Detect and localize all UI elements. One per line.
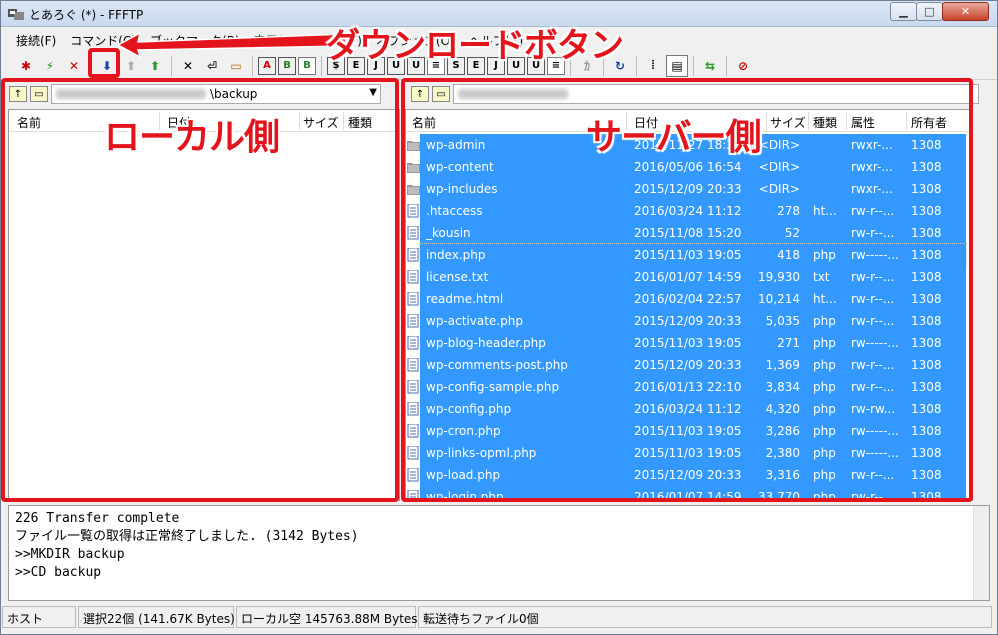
status-selection: 選択22個 (141.67K Bytes) [78,606,235,628]
annotation-arrow-icon [118,31,347,59]
toolbar-separator [726,55,727,76]
quick-connect-icon[interactable]: ⚡ [39,55,61,77]
disconnect-icon[interactable]: ✕ [63,55,85,77]
log-line: 226 Transfer complete [15,511,180,526]
detail-view-icon[interactable]: ▤ [666,54,688,77]
download-button-highlight [88,48,120,78]
annotation-server-side: サーバー側 [586,117,762,158]
annotation-local-side: ローカル側 [104,117,280,158]
toolbar-separator [636,55,637,76]
window-title: とあろぐ (*) - FFFTP [29,8,144,22]
status-queue: 転送待ちファイル0個 [418,606,992,628]
connect-icon[interactable]: ✱ [15,55,37,77]
log-scrollbar[interactable] [973,506,989,600]
toolbar-separator [693,55,694,76]
maximize-button[interactable]: □ [916,2,943,21]
log-line: ファイル一覧の取得は正常終了しました. (3142 Bytes) [15,529,359,544]
menu-connect[interactable]: 接続(F) [9,29,63,51]
log-line: >>MKDIR backup [15,547,125,562]
close-button[interactable]: ✕ [942,2,989,21]
status-bar: ホスト 選択22個 (141.67K Bytes) ローカル空 145763.8… [1,605,997,629]
log-line: >>CD backup [15,565,102,580]
status-host: ホスト [2,606,76,628]
stop-icon[interactable]: ⊘ [732,55,754,77]
annotation-download-button: ダウンロードボタン [326,26,624,66]
app-icon [8,9,24,20]
sync-browse-icon[interactable]: ⇆ [699,55,721,77]
list-view-icon[interactable]: ⦙ [642,55,664,77]
log-panel[interactable]: 226 Transfer complete ファイル一覧の取得は正常終了しました… [8,505,990,601]
minimize-button[interactable]: ▁ [890,2,917,21]
status-local-free: ローカル空 145763.88M Bytes [236,606,418,628]
